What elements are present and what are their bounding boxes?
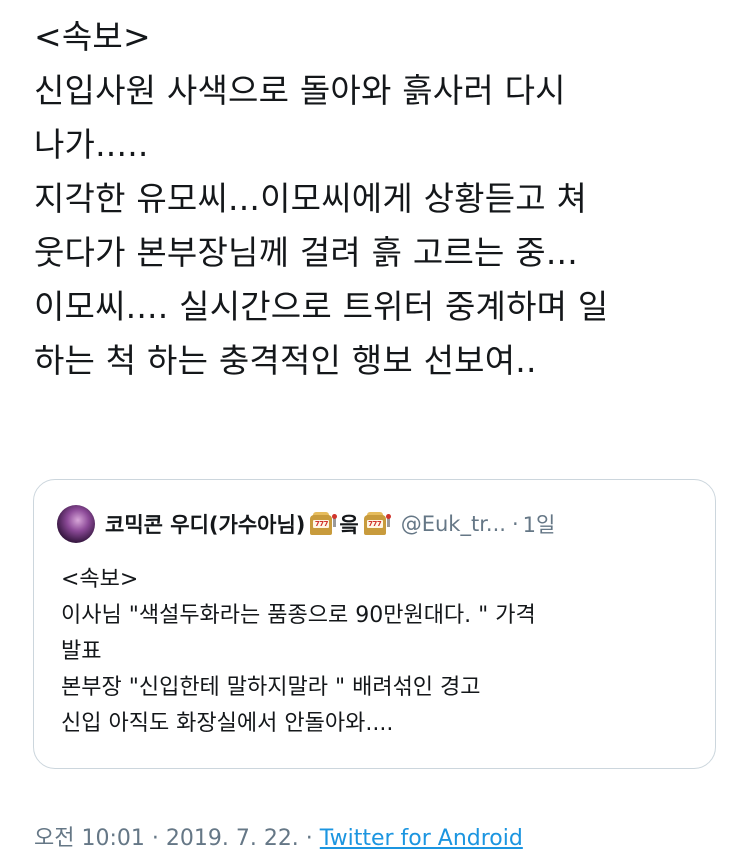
quoted-author-name-suffix: 읔 bbox=[339, 513, 359, 537]
quoted-line: 이사님 "색설두화라는 품종으로 90만원대다. " 가격 bbox=[61, 603, 536, 628]
tweet-line: 하는 척 하는 충격적인 행보 선보여.. bbox=[34, 341, 537, 380]
quoted-author-handle: @Euk_tr... bbox=[400, 512, 506, 536]
quoted-line: <속보> bbox=[61, 567, 139, 592]
quoted-tweet-header: 코믹콘 우디(가수아님) 777 읔 777 @Euk_tr... · 1일 bbox=[57, 504, 555, 544]
quoted-author-name[interactable]: 코믹콘 우디(가수아님) bbox=[105, 509, 305, 539]
tweet-date[interactable]: 2019. 7. 22. bbox=[166, 826, 299, 851]
quoted-tweet-text: <속보> 이사님 "색설두화라는 품종으로 90만원대다. " 가격 발표 본부… bbox=[61, 562, 701, 742]
tweet-line: 나가..... bbox=[34, 125, 149, 164]
tweet-meta: 오전 10:01 · 2019. 7. 22. · Twitter for An… bbox=[34, 821, 523, 857]
slot-machine-icon: 777 bbox=[362, 511, 391, 537]
quoted-line: 신입 아직도 화장실에서 안돌아와.... bbox=[61, 711, 394, 736]
tweet-line: <속보> bbox=[34, 17, 151, 56]
slot-machine-icon: 777 bbox=[308, 511, 338, 537]
tweet-line: 지각한 유모씨...이모씨에게 상황듣고 쳐 bbox=[34, 179, 588, 218]
quoted-tweet-card[interactable]: 코믹콘 우디(가수아님) 777 읔 777 @Euk_tr... · 1일 <… bbox=[33, 479, 716, 769]
separator-dot: · bbox=[511, 512, 519, 536]
tweet-line: 웃다가 본부장님께 걸려 흙 고르는 중... bbox=[34, 233, 578, 272]
separator-dot: · bbox=[298, 826, 320, 851]
quoted-line: 본부장 "신입한테 말하지말라 " 배려섞인 경고 bbox=[61, 675, 481, 700]
source-link[interactable]: Twitter for Android bbox=[320, 826, 523, 851]
avatar[interactable] bbox=[57, 505, 95, 543]
quoted-line: 발표 bbox=[61, 639, 102, 664]
separator-dot: · bbox=[144, 826, 166, 851]
tweet-line: 신입사원 사색으로 돌아와 흙사러 다시 bbox=[34, 71, 566, 110]
quoted-tweet-time[interactable]: 1일 bbox=[523, 509, 556, 539]
tweet-line: 이모씨.... 실시간으로 트위터 중계하며 일 bbox=[34, 287, 609, 326]
tweet-time[interactable]: 오전 10:01 bbox=[34, 826, 145, 851]
tweet-text: <속보> 신입사원 사색으로 돌아와 흙사러 다시 나가..... 지각한 유모… bbox=[34, 10, 734, 388]
